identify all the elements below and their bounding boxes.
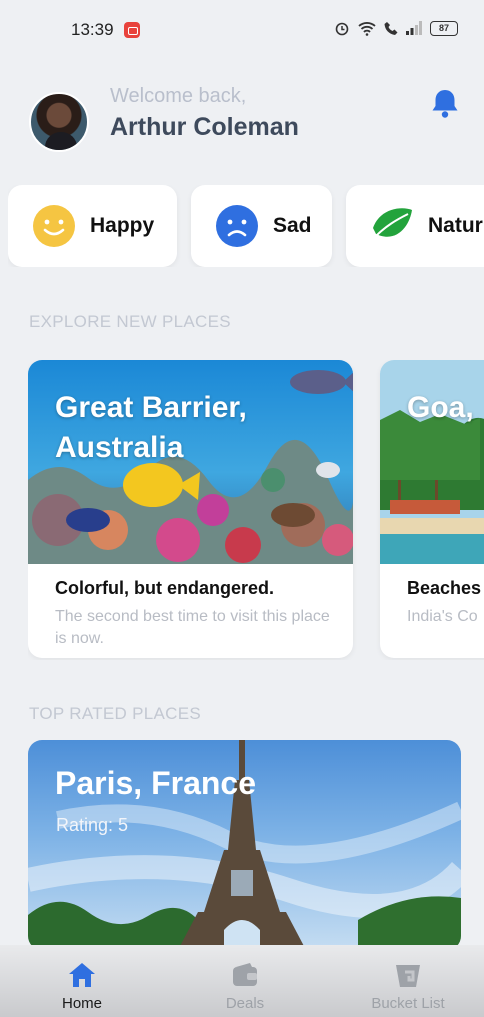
notification-app-icon xyxy=(124,22,140,38)
call-icon xyxy=(384,21,398,35)
alarm-icon xyxy=(335,22,349,36)
wallet-icon xyxy=(233,963,257,986)
place-tagline: Beaches xyxy=(407,578,482,598)
place-tagline: Colorful, but endangered. xyxy=(55,578,274,598)
user-name: Arthur Coleman xyxy=(110,113,299,141)
mood-label-sad: Sad xyxy=(273,214,312,237)
mood-card-sad[interactable]: Sad xyxy=(191,185,332,267)
place-card-goa[interactable]: Goa, Beaches India's Co xyxy=(380,360,484,658)
top-place-rating: Rating: 5 xyxy=(56,815,129,835)
mood-label-happy: Happy xyxy=(90,214,155,237)
place-description: India's Co xyxy=(407,608,478,625)
sad-face-icon xyxy=(216,205,258,247)
bucket-icon xyxy=(396,965,420,987)
signal-icon xyxy=(406,21,422,35)
status-icons: 87 xyxy=(334,20,458,36)
top-rated-section-title: TOP RATED PLACES xyxy=(29,704,202,723)
wifi-icon xyxy=(358,21,376,36)
nav-deals[interactable]: Deals xyxy=(207,945,283,1017)
explore-section-title: EXPLORE NEW PLACES xyxy=(29,312,231,331)
place-card-great-barrier[interactable]: Great Barrier, Australia Colorful, but e… xyxy=(28,360,353,658)
nav-bucket-list[interactable]: Bucket List xyxy=(358,945,458,1017)
mood-label-nature: Natur xyxy=(428,214,483,237)
nav-label-deals: Deals xyxy=(225,995,265,1012)
mood-card-nature[interactable]: Natur xyxy=(346,185,484,267)
status-time: 13:39 xyxy=(71,20,114,39)
nav-label-home: Home xyxy=(61,995,102,1012)
avatar[interactable] xyxy=(29,92,89,152)
top-place-name: Paris, France xyxy=(55,765,256,801)
battery-icon: 87 xyxy=(430,20,458,36)
explore-carousel[interactable]: Great Barrier, Australia Colorful, but e… xyxy=(28,360,484,660)
header: Welcome back, Arthur Coleman xyxy=(0,80,484,170)
smile-icon xyxy=(33,205,75,247)
status-bar: 13:39 87 xyxy=(0,0,484,60)
bell-icon[interactable] xyxy=(428,86,462,120)
place-name: Great Barrier, Australia xyxy=(55,391,247,464)
place-name: Goa, xyxy=(407,391,474,424)
mood-carousel[interactable]: Happy Sad Natur xyxy=(8,185,484,267)
place-description: The second best time to visit this place… xyxy=(55,608,330,647)
bottom-navigation: Home Deals Bucket List xyxy=(0,945,484,1017)
nav-home[interactable]: Home xyxy=(44,945,120,1017)
home-icon xyxy=(69,963,95,987)
leaf-icon xyxy=(373,208,412,237)
top-rated-card-paris[interactable]: Paris, France Rating: 5 xyxy=(28,740,461,950)
mood-card-happy[interactable]: Happy xyxy=(8,185,177,267)
nav-label-bucket-list: Bucket List xyxy=(371,995,445,1012)
welcome-text: Welcome back, xyxy=(110,85,247,107)
